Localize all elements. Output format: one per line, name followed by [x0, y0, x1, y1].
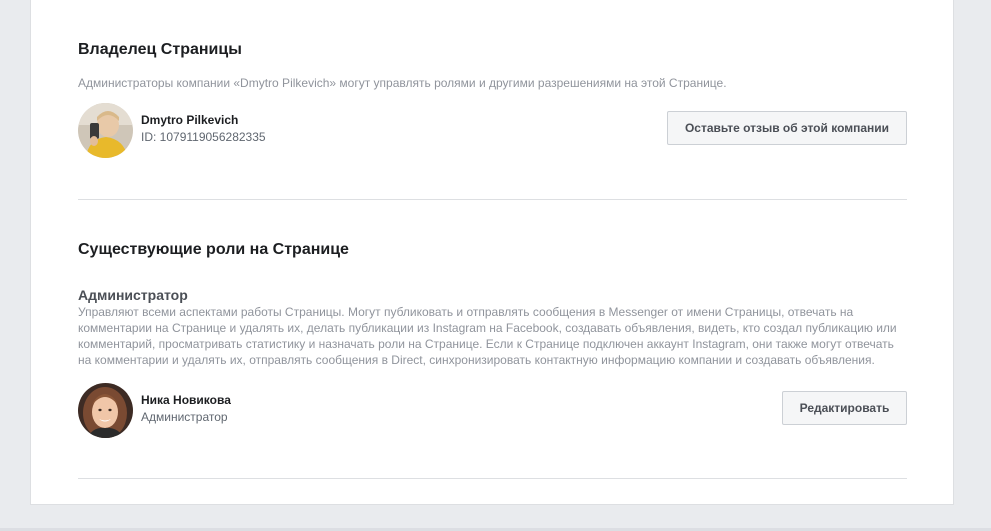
role-heading-admin: Администратор	[78, 287, 188, 303]
section-divider-bottom	[78, 478, 907, 479]
owner-section-title: Владелец Страницы	[78, 41, 242, 58]
owner-id: ID: 1079119056282335	[141, 130, 266, 144]
edit-role-button[interactable]: Редактировать	[782, 391, 907, 425]
leave-feedback-button[interactable]: Оставьте отзыв об этой компании	[667, 111, 907, 145]
owner-avatar[interactable]	[78, 103, 133, 158]
admin-role-label: Администратор	[141, 410, 228, 424]
existing-roles-title: Существующие роли на Странице	[78, 241, 349, 258]
owner-name[interactable]: Dmytro Pilkevich	[141, 112, 238, 128]
admin-name[interactable]: Ника Новикова	[141, 392, 231, 408]
admin-avatar[interactable]	[78, 383, 133, 438]
role-description-admin: Управляют всеми аспектами работы Страниц…	[78, 305, 897, 367]
section-divider	[78, 199, 907, 200]
owner-section-description: Администраторы компании «Dmytro Pilkevic…	[78, 76, 727, 90]
page-roles-card: Владелец Страницы Администраторы компани…	[30, 0, 954, 505]
